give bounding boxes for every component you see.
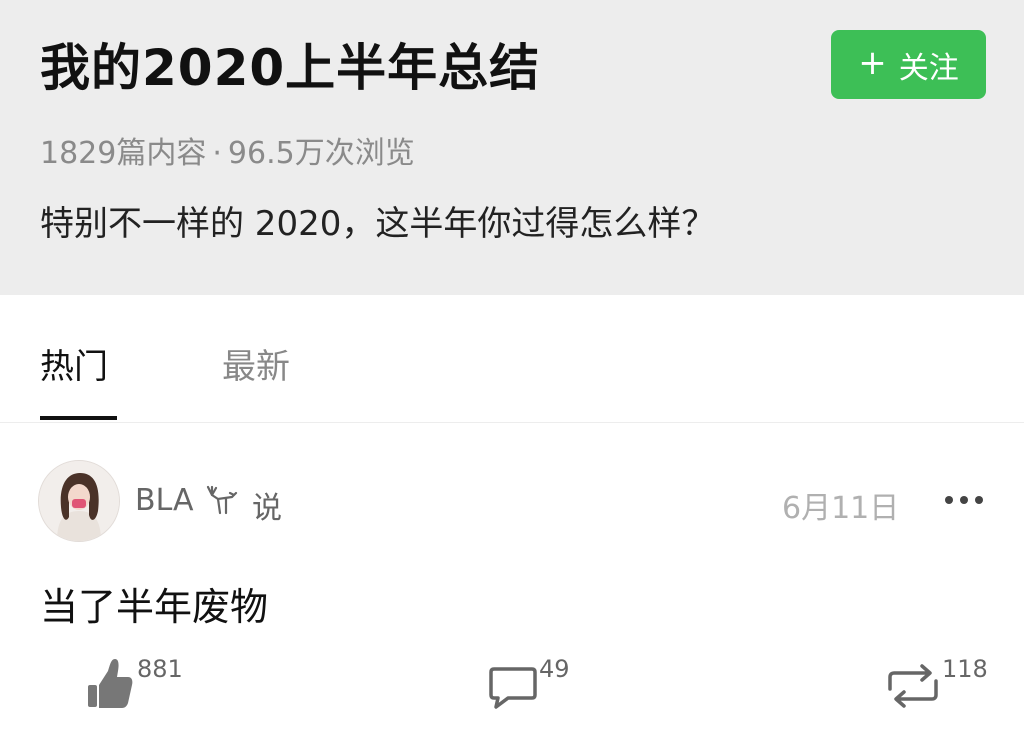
- topic-stats: 1829篇内容 · 96.5万次浏览: [40, 128, 415, 172]
- view-count: 96.5万次浏览: [227, 136, 415, 171]
- comment-count: 49: [539, 655, 570, 683]
- follow-button[interactable]: + 关注: [831, 30, 986, 99]
- post-text: 当了半年废物: [40, 585, 269, 629]
- topic-description: 特别不一样的 2020，这半年你过得怎么样？: [40, 204, 716, 244]
- like-count: 881: [137, 655, 183, 683]
- article-count: 1829篇内容: [40, 136, 207, 171]
- active-tab-indicator: [40, 416, 117, 420]
- deer-icon: [206, 485, 238, 515]
- thumbs-up-icon: [88, 659, 133, 708]
- repost-count: 118: [942, 655, 988, 683]
- more-icon[interactable]: [944, 493, 984, 507]
- follow-label: 关注: [898, 50, 959, 86]
- page-title: 我的2020上半年总结: [40, 39, 541, 97]
- post-date: 6月11日: [782, 491, 900, 526]
- repost-icon: [888, 664, 938, 708]
- says-label: 说: [252, 491, 282, 526]
- avatar[interactable]: [38, 460, 120, 542]
- username[interactable]: BLA: [135, 483, 194, 518]
- tab-bar: 热门 最新: [0, 295, 1024, 423]
- post-card: BLA 说 6月11日 当了半年废物 881 49 118: [0, 423, 1024, 746]
- stats-separator: ·: [212, 136, 222, 171]
- tab-latest[interactable]: 最新: [222, 339, 290, 388]
- tab-hot[interactable]: 热门: [40, 339, 108, 388]
- topic-header: 我的2020上半年总结 + 关注 1829篇内容 · 96.5万次浏览 特别不一样的…: [0, 0, 1024, 295]
- plus-icon: +: [858, 43, 887, 83]
- comment-icon: [489, 667, 537, 709]
